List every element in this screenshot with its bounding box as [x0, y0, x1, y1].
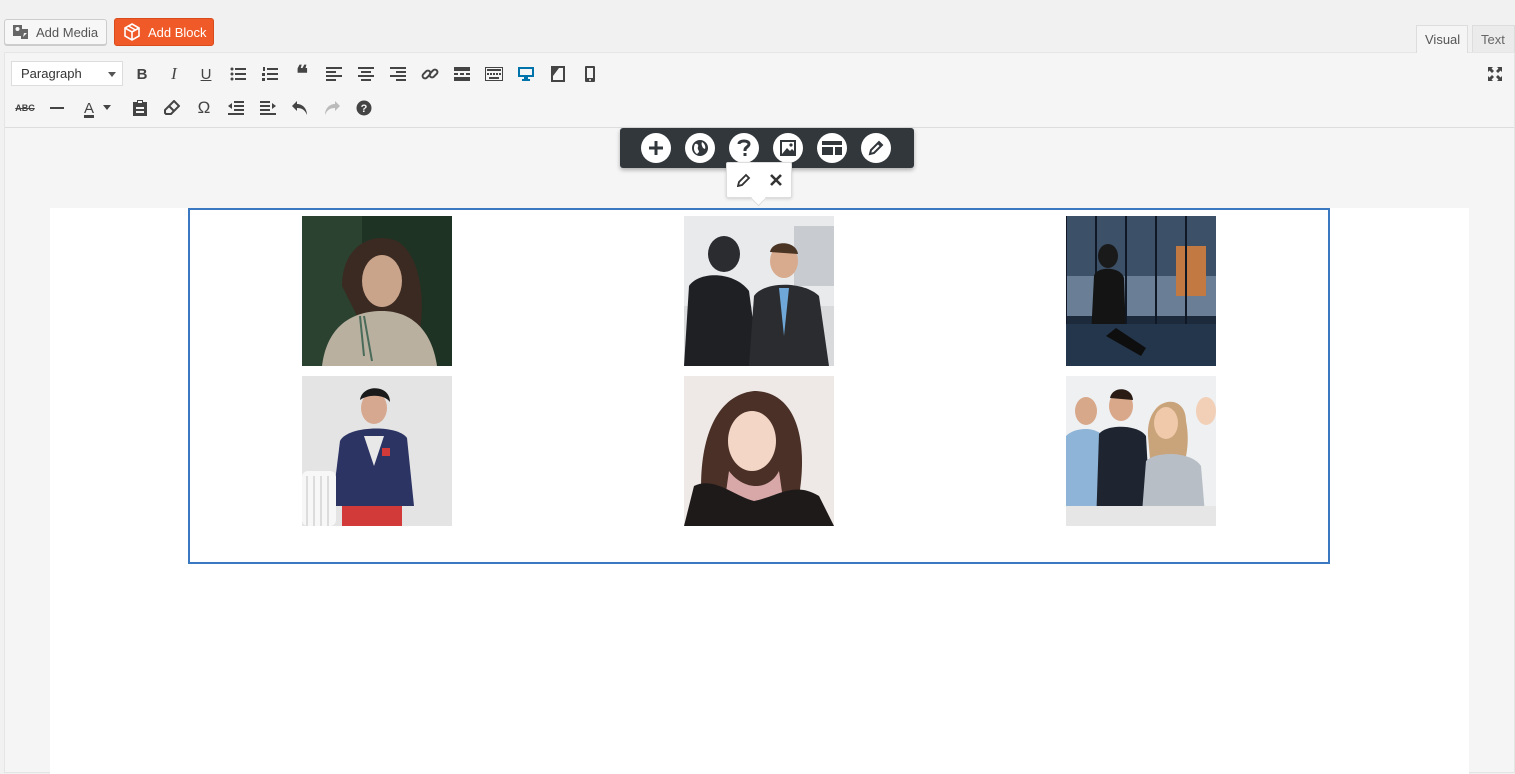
top-bar: Add Media Add Block Visual Text: [0, 0, 1515, 53]
close-icon[interactable]: [765, 169, 787, 191]
edit-pencil-icon[interactable]: [861, 133, 891, 163]
align-left-icon[interactable]: [322, 62, 346, 86]
gallery-image-5[interactable]: [684, 376, 834, 526]
help-icon[interactable]: ?: [352, 96, 376, 120]
media-icon: [12, 24, 30, 40]
blockquote-icon[interactable]: ❝: [290, 61, 314, 86]
redo-icon[interactable]: [320, 96, 344, 120]
numbered-list-icon[interactable]: [258, 62, 282, 86]
add-block-label: Add Block: [148, 24, 207, 40]
align-right-icon[interactable]: [386, 62, 410, 86]
gallery-image-1[interactable]: [302, 216, 452, 366]
link-icon[interactable]: [418, 62, 442, 86]
tab-visual[interactable]: Visual: [1416, 25, 1468, 53]
gallery-block[interactable]: [188, 208, 1330, 564]
clear-formatting-icon[interactable]: [160, 96, 184, 120]
read-more-icon[interactable]: [450, 62, 474, 86]
undo-icon[interactable]: [288, 96, 312, 120]
paste-as-text-icon[interactable]: [128, 96, 152, 120]
layout-icon[interactable]: [817, 133, 847, 163]
chevron-down-icon[interactable]: [101, 96, 113, 120]
image-edit-popover: [726, 162, 792, 207]
gallery-image-2[interactable]: [684, 216, 834, 366]
tablet-preview-icon[interactable]: [546, 62, 570, 86]
outdent-icon[interactable]: [224, 96, 248, 120]
toolbar-toggle-icon[interactable]: [482, 62, 506, 86]
cube-icon: [123, 23, 141, 41]
editor-toolbar: Paragraph B I U ❝ ABC A Ω ?: [5, 53, 1514, 128]
gallery-image-4[interactable]: [302, 376, 452, 526]
horizontal-line-icon[interactable]: [45, 96, 69, 120]
edit-pencil-icon[interactable]: [733, 169, 755, 191]
add-icon[interactable]: [641, 133, 671, 163]
desktop-preview-icon[interactable]: [514, 62, 538, 86]
chevron-down-icon: [108, 72, 116, 77]
format-select-value: Paragraph: [21, 66, 82, 81]
help-glyph: ?: [361, 103, 368, 115]
globe-icon[interactable]: [685, 133, 715, 163]
bold-icon[interactable]: B: [130, 62, 154, 86]
gallery-image-6[interactable]: [1066, 376, 1216, 526]
special-character-icon[interactable]: Ω: [192, 96, 216, 120]
tab-text[interactable]: Text: [1472, 25, 1515, 53]
underline-icon[interactable]: U: [194, 62, 218, 86]
image-icon[interactable]: [773, 133, 803, 163]
text-color-icon[interactable]: A: [77, 96, 101, 120]
add-block-button[interactable]: Add Block: [114, 18, 214, 46]
add-media-button[interactable]: Add Media: [4, 19, 107, 45]
gallery-image-3[interactable]: [1066, 216, 1216, 366]
fullscreen-icon[interactable]: [1483, 62, 1507, 86]
add-media-label: Add Media: [36, 24, 99, 40]
bullet-list-icon[interactable]: [226, 62, 250, 86]
help-icon[interactable]: [729, 133, 759, 163]
align-center-icon[interactable]: [354, 62, 378, 86]
indent-icon[interactable]: [256, 96, 280, 120]
mobile-preview-icon[interactable]: [578, 62, 602, 86]
content-area[interactable]: [50, 208, 1469, 774]
strikethrough-icon[interactable]: ABC: [12, 96, 38, 120]
format-select[interactable]: Paragraph: [11, 61, 123, 86]
italic-icon[interactable]: I: [162, 62, 186, 86]
